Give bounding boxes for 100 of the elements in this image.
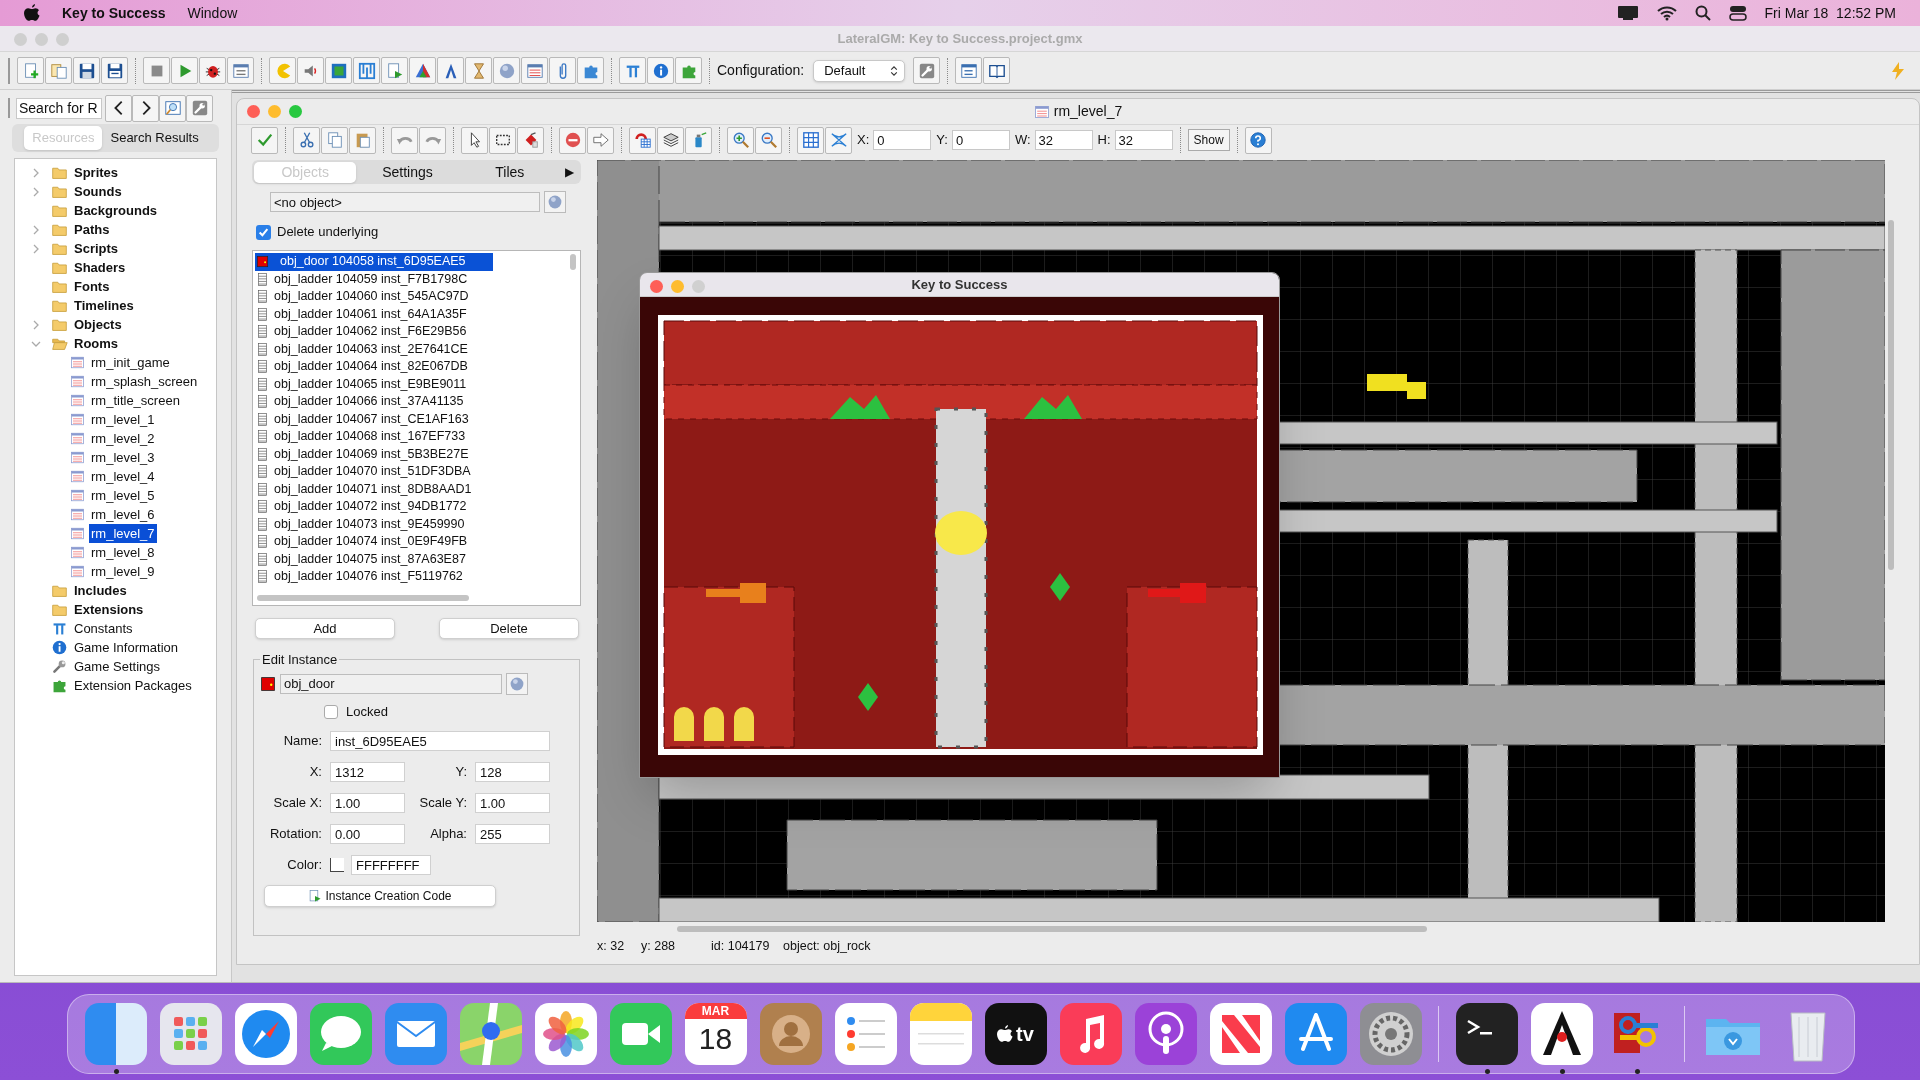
windows-button[interactable] — [955, 57, 983, 84]
split-tile-icon[interactable] — [84, 1003, 147, 1065]
zoom-in-button[interactable] — [727, 126, 754, 154]
code-button[interactable]: Instance Creation Code — [264, 884, 496, 907]
list-item[interactable]: obj_ladder 104072 inst_94DB1772 — [255, 498, 493, 516]
save-button[interactable] — [73, 57, 100, 84]
debug-button[interactable] — [199, 57, 226, 84]
number-field[interactable]: 0 — [951, 130, 1010, 150]
list-item[interactable]: obj_ladder 104065 inst_E9BE9011 — [255, 375, 493, 393]
tree-item[interactable]: rm_level_1 — [89, 409, 157, 430]
tree-item[interactable]: Backgrounds — [72, 200, 160, 221]
terminal-icon[interactable] — [1455, 1003, 1518, 1065]
back-button[interactable] — [105, 94, 132, 122]
tree-item[interactable]: Scripts — [72, 238, 121, 259]
add-timeline-button[interactable] — [465, 57, 492, 84]
window-control-button[interactable] — [289, 105, 302, 118]
add-font-button[interactable] — [437, 57, 464, 84]
list-item[interactable]: obj_ladder 104075 inst_87A63E87 — [255, 550, 493, 568]
add-layer-button[interactable] — [657, 126, 684, 154]
add-path-button[interactable] — [353, 57, 380, 84]
show-button[interactable]: Show — [1187, 129, 1230, 151]
news-icon[interactable] — [1209, 1003, 1272, 1065]
new-button[interactable] — [17, 57, 44, 84]
tv-icon[interactable]: tv — [984, 1003, 1047, 1065]
address-book-icon[interactable] — [759, 1003, 822, 1065]
add-shader-button[interactable] — [409, 57, 436, 84]
shift-button[interactable] — [587, 126, 614, 154]
add-room-button[interactable] — [521, 57, 548, 84]
list-item[interactable]: obj_ladder 104074 inst_0E9F49FB — [255, 533, 493, 551]
app-grid-icon[interactable] — [159, 1003, 222, 1065]
zoom-out-button[interactable] — [755, 126, 782, 154]
scrollbar[interactable] — [257, 595, 469, 601]
cut-button[interactable] — [293, 126, 320, 154]
list-item[interactable]: obj_ladder 104066 inst_37A41135 — [255, 393, 493, 411]
tree-item[interactable]: rm_splash_screen — [89, 371, 200, 392]
color-swatch[interactable] — [330, 858, 344, 872]
object-field[interactable]: obj_door — [280, 673, 502, 694]
list-item[interactable]: obj_ladder 104069 inst_5B3BE27E — [255, 445, 493, 463]
tree-item[interactable]: rm_level_2 — [89, 428, 157, 449]
number-field[interactable]: 0 — [873, 130, 932, 150]
help-button[interactable] — [1244, 126, 1272, 154]
select-tool-button[interactable] — [461, 126, 488, 154]
list-item[interactable]: obj_ladder 104068 inst_167EF733 — [255, 428, 493, 446]
tree-item[interactable]: rm_level_9 — [89, 561, 157, 582]
scrollbar[interactable] — [1888, 220, 1894, 570]
configuration-dropdown[interactable]: Default — [813, 59, 906, 82]
apple-logo-icon[interactable] — [24, 4, 40, 22]
tree-item[interactable]: Timelines — [72, 295, 136, 316]
list-item[interactable]: obj_ladder 104076 inst_F5119762 — [255, 568, 493, 586]
stop-button[interactable] — [143, 57, 170, 84]
list-item[interactable]: obj_door 104058 inst_6D95EAE5 — [255, 253, 493, 271]
input-field[interactable]: 1.00 — [330, 793, 405, 813]
fill-button[interactable] — [685, 126, 712, 154]
checklist-icon[interactable] — [834, 1003, 897, 1065]
tree-item[interactable]: rm_title_screen — [89, 390, 182, 411]
game-information-button[interactable] — [647, 57, 674, 84]
list-item[interactable]: obj_ladder 104061 inst_64A1A35F — [255, 305, 493, 323]
action-button[interactable]: Delete — [439, 617, 579, 639]
list-item[interactable]: obj_ladder 104073 inst_9E459990 — [255, 515, 493, 533]
tree-item[interactable]: Paths — [72, 219, 112, 240]
manual-button[interactable] — [983, 57, 1011, 84]
flower-icon[interactable] — [534, 1003, 597, 1065]
calendar-icon[interactable]: MAR 18 — [684, 1003, 747, 1065]
tree-item[interactable]: rm_level_4 — [89, 466, 157, 487]
tree-item[interactable]: Game Information — [72, 637, 181, 658]
input-field[interactable]: inst_6D95EAE5 — [330, 731, 550, 751]
list-item[interactable]: obj_ladder 104070 inst_51DF3DBA — [255, 463, 493, 481]
object-picker-field[interactable]: <no object> — [270, 192, 540, 212]
tree-item[interactable]: rm_level_5 — [89, 485, 157, 506]
input-field[interactable]: 1.00 — [475, 793, 550, 813]
add-object-button[interactable] — [493, 57, 520, 84]
list-item[interactable]: obj_ladder 104063 inst_2E7641CE — [255, 340, 493, 358]
number-field[interactable]: 32 — [1034, 130, 1093, 150]
display-icon[interactable] — [1616, 5, 1639, 21]
undo-button[interactable] — [391, 126, 418, 154]
tree-item[interactable]: Extension Packages — [72, 675, 194, 696]
tree-item[interactable]: rm_level_7 — [89, 523, 157, 544]
tree-item[interactable]: Sounds — [72, 181, 124, 202]
add-script-button[interactable] — [381, 57, 408, 84]
object-menu-button[interactable] — [544, 191, 566, 213]
wifi-icon[interactable] — [1656, 5, 1677, 21]
window-control-button[interactable] — [247, 105, 260, 118]
control-center-icon[interactable] — [1728, 5, 1747, 21]
grid-button[interactable] — [797, 126, 824, 154]
compass-icon[interactable] — [234, 1003, 297, 1065]
list-item[interactable]: obj_ladder 104059 inst_F7B1798C — [255, 270, 493, 288]
checkbox[interactable] — [324, 704, 338, 719]
video-camera-icon[interactable] — [609, 1003, 672, 1065]
tree-item[interactable]: rm_level_6 — [89, 504, 157, 525]
tree-item[interactable]: Sprites — [72, 162, 121, 183]
redo-button[interactable] — [419, 126, 446, 154]
scrollbar[interactable] — [677, 926, 1427, 932]
add-extension-button[interactable] — [577, 57, 604, 84]
tab[interactable]: Search Results — [102, 126, 207, 150]
paste-button[interactable] — [349, 126, 376, 154]
tree-item[interactable]: Shaders — [72, 257, 128, 278]
snap-to-grid-button[interactable] — [629, 126, 656, 154]
search-settings-button[interactable] — [186, 94, 213, 122]
marquee-tool-button[interactable] — [489, 126, 516, 154]
mascot-icon[interactable] — [1530, 1003, 1593, 1065]
